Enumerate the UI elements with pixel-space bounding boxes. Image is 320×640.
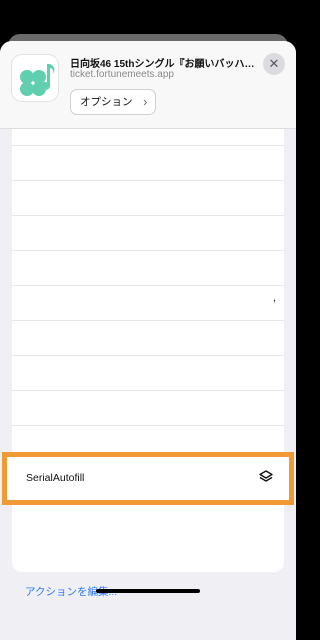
list-item[interactable] xyxy=(12,251,284,286)
close-button[interactable]: ✕ xyxy=(263,53,285,75)
list-item[interactable]: , xyxy=(12,286,284,321)
page-title: 日向坂46 15thシングル『お願いバッハ… xyxy=(70,59,255,70)
list-item[interactable] xyxy=(12,146,284,181)
share-sheet: 日向坂46 15thシングル『お願いバッハ… ticket.fortunemee… xyxy=(0,41,296,640)
chevron-right-icon: › xyxy=(143,94,148,109)
music-note-clover-icon xyxy=(11,54,59,102)
list-item[interactable] xyxy=(12,216,284,251)
page-url: ticket.fortunemeets.app xyxy=(70,69,174,80)
home-indicator xyxy=(96,589,200,593)
options-button[interactable]: オプション › xyxy=(70,89,156,115)
share-sheet-header: 日向坂46 15thシングル『お願いバッハ… ticket.fortunemee… xyxy=(0,41,296,129)
row-trailing-text: , xyxy=(272,292,276,304)
list-item[interactable] xyxy=(12,391,284,426)
serial-autofill-action[interactable]: SerialAutofill xyxy=(2,452,294,505)
close-icon: ✕ xyxy=(268,56,280,71)
action-label: SerialAutofill xyxy=(26,472,85,484)
options-label: オプション xyxy=(80,96,133,108)
action-list-lower: , xyxy=(12,286,284,572)
list-item[interactable] xyxy=(12,356,284,391)
list-item[interactable] xyxy=(12,321,284,356)
list-item[interactable] xyxy=(12,129,284,146)
list-item[interactable] xyxy=(12,181,284,216)
layers-icon xyxy=(258,469,274,490)
